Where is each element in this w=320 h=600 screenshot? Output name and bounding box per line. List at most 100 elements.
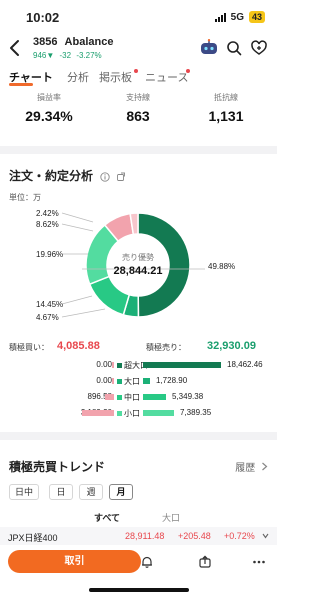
segment-label-medium-buy: 14.45% — [36, 300, 64, 309]
chevron-down-icon — [262, 533, 269, 539]
stock-change-pct: -3.27% — [76, 51, 102, 60]
tab-news[interactable]: ニュース — [145, 69, 188, 85]
back-arrow-icon[interactable] — [8, 39, 22, 57]
flow-category-swatch — [117, 379, 122, 385]
assistant-robot-icon[interactable] — [199, 39, 219, 57]
stat-support-line: 支持線 863 — [92, 92, 184, 124]
ticker-value: 28,911.48 — [125, 531, 165, 541]
flow-row: 3,189.30小口7,389.35 — [0, 406, 277, 420]
trend-history-link[interactable]: 履歴 — [235, 459, 268, 474]
tab-board[interactable]: 掲示板 — [99, 69, 132, 85]
flow-sell-bar — [143, 378, 150, 384]
network-label: 5G — [230, 11, 244, 23]
flow-sell-value: 5,349.38 — [172, 392, 204, 401]
flow-buy-bar — [112, 362, 114, 368]
signal-icon — [214, 12, 226, 22]
donut-center-label: 売り優勢 — [122, 252, 154, 262]
segment-label-medium-sell: 8.62% — [36, 220, 59, 229]
trend-column-all[interactable]: すべて — [94, 511, 120, 524]
segment-label-small-sell: 2.42% — [36, 209, 59, 218]
stock-price: 946 — [33, 51, 47, 60]
segment-label-large-buy: 4.67% — [36, 313, 59, 322]
tab-analysis[interactable]: 分析 — [67, 69, 89, 85]
down-arrow-icon: ▼ — [46, 51, 55, 60]
flow-row: 896.58 中口 5,349.38 — [0, 390, 277, 404]
stat-resistance-line: 抵抗線 1,131 — [180, 92, 272, 124]
status-indicators: 5G 43 — [214, 11, 265, 23]
stat-label: 抵抗線 — [214, 93, 238, 102]
stock-header: 3856 Abalance 946▼ -32 -3.27% — [0, 30, 277, 66]
flow-sell-value: 18,462.46 — [227, 360, 263, 369]
stock-code: 3856 — [33, 36, 58, 48]
flow-category: 小口 — [117, 408, 140, 419]
flow-sell-bar — [143, 394, 166, 400]
stock-quote: 946▼ -32 -3.27% — [33, 51, 102, 60]
section-divider — [0, 432, 277, 440]
flow-buy-bar — [82, 410, 114, 416]
add-favorite-icon[interactable] — [251, 40, 267, 56]
info-icon[interactable] — [100, 172, 111, 182]
flow-buy-value: 0.00 — [96, 360, 112, 369]
trade-button[interactable]: 取引 — [8, 550, 141, 573]
period-week[interactable]: 週 — [79, 484, 103, 500]
index-ticker[interactable]: JPX日経400 28,911.48 +205.48 +0.72% — [0, 527, 277, 545]
section-divider — [0, 146, 277, 154]
stat-label: 支持線 — [126, 93, 150, 102]
trend-column-large[interactable]: 大口 — [162, 511, 180, 524]
period-intraday[interactable]: 日中 — [9, 484, 39, 500]
donut-center-value: 28,844.21 — [114, 265, 163, 277]
segment-label-small-buy: 19.96% — [36, 250, 64, 259]
stat-value: 863 — [126, 108, 150, 124]
stock-tabs: チャート 分析 掲示板 ニュース — [0, 66, 277, 88]
alert-bell-icon[interactable] — [140, 555, 154, 569]
share-export-icon[interactable] — [198, 555, 212, 569]
flow-category: 大口 — [117, 376, 140, 387]
stock-title: 3856 Abalance — [33, 36, 113, 48]
label-leader-line — [61, 295, 93, 305]
flow-category: 中口 — [117, 392, 140, 403]
tab-active-indicator — [9, 83, 33, 86]
label-leader-line — [61, 308, 106, 318]
share-icon[interactable] — [116, 172, 126, 182]
chevron-right-icon — [262, 462, 268, 471]
flow-row: 0.00 大口 1,728.90 — [0, 374, 277, 388]
status-bar: 10:02 5G 43 — [0, 0, 277, 30]
more-options-icon[interactable] — [252, 555, 266, 569]
order-totals: 積極買い： 4,085.88 積極売り： 32,930.09 — [0, 340, 277, 356]
label-leader-line — [61, 223, 94, 232]
buy-total-label: 積極買い： — [9, 343, 49, 352]
sell-total-value: 32,930.09 — [207, 340, 256, 352]
ticker-change: +205.48 — [178, 531, 211, 541]
stock-change: -32 — [59, 51, 72, 60]
flow-category-swatch — [117, 363, 122, 369]
key-stats: 損益率 29.34% 支持線 863 抵抗線 1,131 — [0, 92, 277, 134]
stat-profit-rate: 損益率 29.34% — [3, 92, 95, 124]
period-day[interactable]: 日 — [49, 484, 73, 500]
home-indicator — [89, 588, 189, 592]
stat-value: 1,131 — [208, 108, 244, 124]
flow-buy-bar — [105, 394, 114, 400]
order-analysis-title: 注文・約定分析 — [9, 167, 126, 184]
ticker-change-pct: +0.72% — [224, 531, 255, 541]
trend-title: 積極売買トレンド — [9, 460, 106, 474]
stat-label: 損益率 — [37, 93, 61, 102]
flow-category-swatch — [117, 411, 122, 417]
flow-row: 0.00 超大口 18,462.46 — [0, 358, 277, 372]
sell-total-label: 積極売り： — [146, 343, 186, 352]
tab-board-badge — [134, 69, 138, 73]
buy-total-value: 4,085.88 — [57, 340, 100, 352]
bottom-action-bar: 取引 — [0, 549, 277, 577]
flow-sell-value: 1,728.90 — [156, 376, 188, 385]
period-month[interactable]: 月 — [109, 484, 133, 500]
order-analysis-title-text: 注文・約定分析 — [9, 169, 94, 183]
segment-label-xlarge-sell: 49.88% — [208, 262, 236, 271]
ticker-name: JPX日経400 — [8, 533, 58, 543]
tab-news-badge — [186, 69, 190, 73]
flow-buy-bar — [112, 378, 114, 384]
flow-sell-value: 7,389.35 — [180, 408, 212, 417]
stat-value: 29.34% — [25, 108, 73, 124]
search-icon[interactable] — [226, 40, 242, 56]
trend-history-label: 履歴 — [235, 463, 256, 474]
flow-category-swatch — [117, 395, 122, 401]
status-time: 10:02 — [26, 10, 60, 25]
